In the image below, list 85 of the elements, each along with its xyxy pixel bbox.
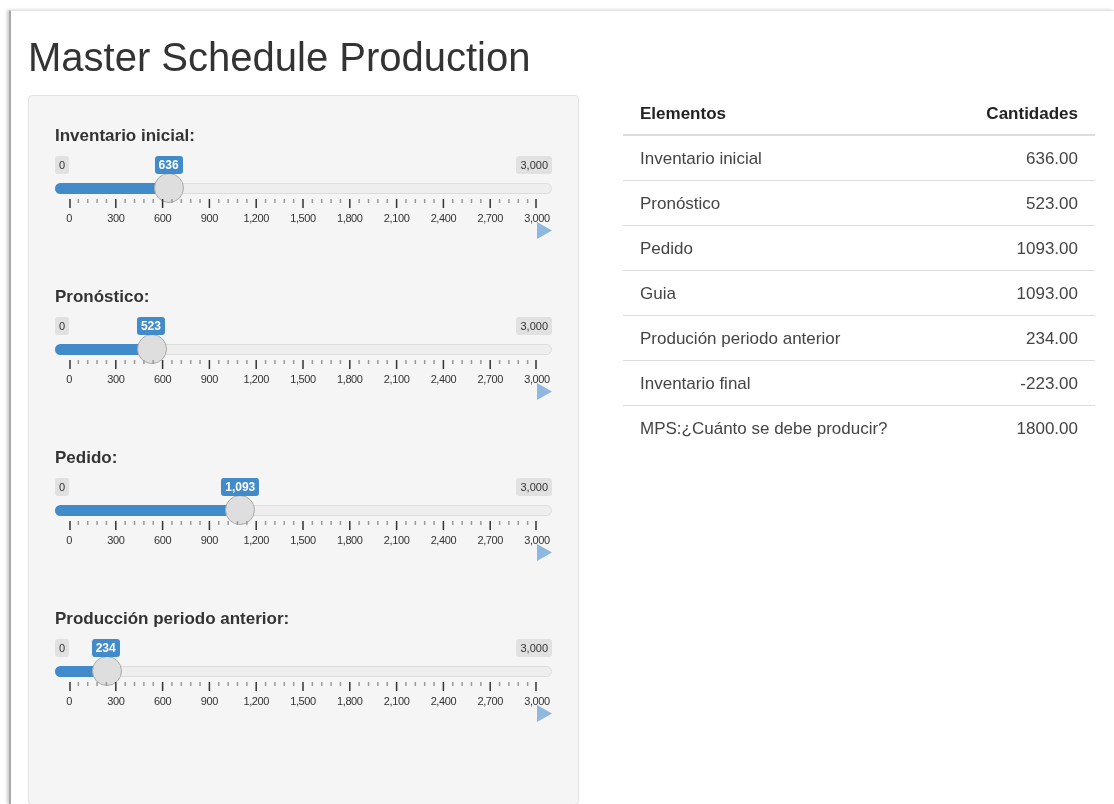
tick-label: 2,700 [477, 695, 503, 708]
tick-label: 300 [107, 695, 125, 708]
slider-label: Producción periodo anterior: [55, 608, 291, 630]
column-header: Elementos [623, 96, 950, 135]
tick-label: 2,100 [383, 373, 410, 386]
min-label: 0 [55, 156, 70, 174]
column-header: Cantidades [949, 96, 1095, 135]
tick-label: 1,800 [337, 212, 363, 225]
tick-label: 2,400 [430, 373, 457, 386]
play-icon[interactable] [537, 544, 552, 561]
tick-label: 2,100 [383, 695, 410, 708]
tick-label: 900 [200, 695, 218, 708]
tick-label: 300 [107, 534, 125, 547]
table-cell: 234.00 [949, 315, 1095, 361]
table-cell: Inventario final [623, 360, 950, 406]
table-cell: Pronóstico [623, 180, 950, 226]
tick-label: 600 [154, 695, 172, 708]
tick-label: 600 [154, 212, 172, 225]
table-cell: 523.00 [949, 180, 1095, 226]
tick-label: 300 [107, 373, 125, 386]
tick-label: 1,800 [337, 534, 363, 547]
tick-label: 1,500 [290, 212, 316, 225]
tick-label: 3,000 [524, 212, 550, 225]
table-cell: 1093.00 [949, 270, 1095, 316]
tick-label: 1,200 [243, 212, 269, 225]
tick-label: 1,800 [337, 695, 363, 708]
tick-label: 0 [66, 695, 72, 708]
table-cell: 636.00 [949, 135, 1095, 181]
slider-handle[interactable] [154, 173, 185, 203]
page-title: Master Schedule Production [28, 34, 532, 81]
max-label: 3,000 [516, 478, 552, 496]
table-cell: 1093.00 [949, 225, 1095, 271]
tick-label: 1,500 [290, 534, 316, 547]
tick-label: 2,400 [430, 695, 457, 708]
slider-label: Inventario inicial: [55, 125, 196, 147]
tick-label: 3,000 [524, 534, 550, 547]
play-icon[interactable] [537, 705, 552, 722]
table-cell: Pedido [623, 225, 950, 271]
tick-label: 900 [200, 534, 218, 547]
table-cell: MPS:¿Cuánto se debe producir? [623, 405, 950, 450]
table-cell: 1800.00 [949, 405, 1095, 450]
tick-label: 2,700 [477, 373, 503, 386]
table-cell: Inventario inicial [623, 135, 950, 181]
tick-label: 0 [66, 534, 72, 547]
max-label: 3,000 [516, 156, 552, 174]
tick-label: 900 [200, 373, 218, 386]
slider-handle[interactable] [91, 656, 122, 686]
tick-label: 2,100 [383, 212, 410, 225]
slider-handle[interactable] [225, 495, 256, 525]
tick-label: 1,200 [243, 534, 269, 547]
table-cell: Guia [623, 270, 950, 316]
min-label: 0 [55, 639, 70, 657]
tick-label: 2,400 [430, 212, 457, 225]
tick-label: 600 [154, 373, 172, 386]
slider-label: Pronóstico: [55, 286, 151, 308]
tick-label: 1,500 [290, 373, 316, 386]
tick-label: 1,500 [290, 695, 316, 708]
slider-handle[interactable] [136, 334, 167, 364]
tick-label: 2,400 [430, 534, 457, 547]
value-badge: 636 [154, 156, 183, 174]
play-icon[interactable] [537, 222, 552, 239]
table-cell: -223.00 [949, 360, 1095, 406]
value-badge: 1,093 [221, 478, 260, 496]
tick-label: 2,700 [477, 212, 503, 225]
min-label: 0 [55, 478, 70, 496]
tick-label: 3,000 [524, 373, 550, 386]
table-cell: Produción periodo anterior [623, 315, 950, 361]
tick-label: 0 [66, 373, 72, 386]
max-label: 3,000 [516, 639, 552, 657]
tick-label: 300 [107, 212, 125, 225]
value-badge: 234 [91, 639, 120, 657]
tick-label: 3,000 [524, 695, 550, 708]
tick-label: 1,200 [243, 695, 269, 708]
slider-label: Pedido: [55, 447, 119, 469]
tick-label: 2,700 [477, 534, 503, 547]
tick-label: 1,800 [337, 373, 363, 386]
tick-label: 2,100 [383, 534, 410, 547]
tick-label: 900 [200, 212, 218, 225]
min-label: 0 [55, 317, 70, 335]
tick-label: 1,200 [243, 373, 269, 386]
tick-label: 600 [154, 534, 172, 547]
max-label: 3,000 [516, 317, 552, 335]
tick-label: 0 [66, 212, 72, 225]
value-badge: 523 [136, 317, 165, 335]
play-icon[interactable] [537, 383, 552, 400]
